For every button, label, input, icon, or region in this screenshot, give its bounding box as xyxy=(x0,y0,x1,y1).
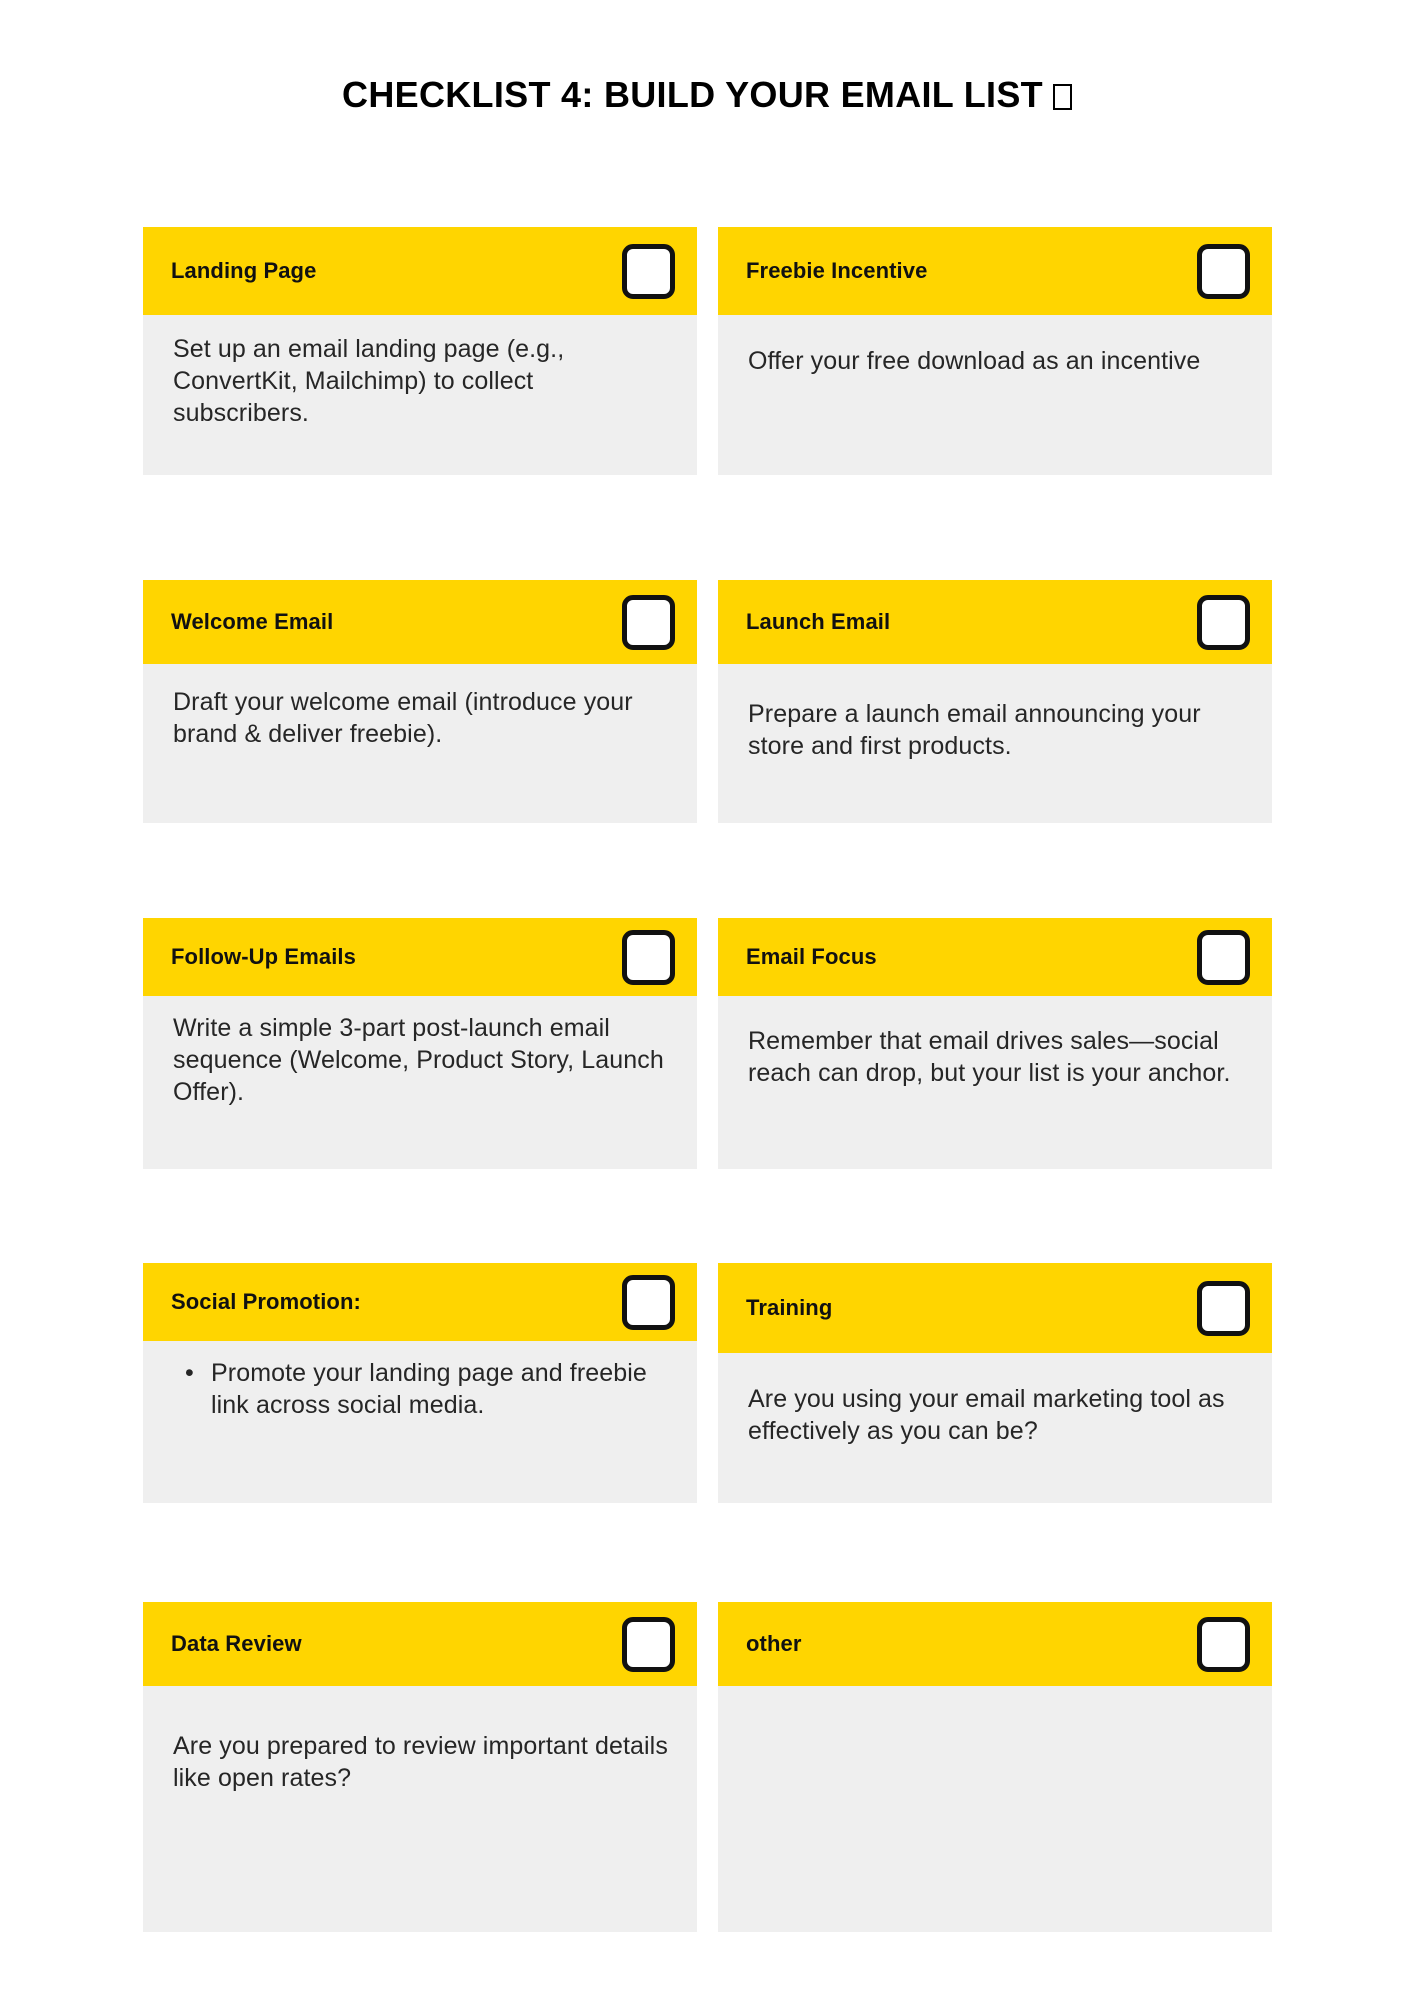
card-title: Training xyxy=(746,1294,833,1320)
checklist-card-launch-email[interactable]: Launch Email Prepare a launch email anno… xyxy=(718,580,1272,823)
checklist-grid: Landing Page Set up an email landing pag… xyxy=(143,227,1272,1932)
card-body: Promote your landing page and freebie li… xyxy=(143,1341,697,1503)
checkbox-launch-email[interactable] xyxy=(1197,594,1250,650)
card-body-text: Are you using your email marketing tool … xyxy=(748,1385,1225,1445)
checkbox-training[interactable] xyxy=(1197,1280,1250,1336)
card-title: other xyxy=(746,1630,802,1656)
card-header: other xyxy=(718,1602,1272,1686)
checkbox-follow-up-emails[interactable] xyxy=(622,929,675,985)
card-body: Prepare a launch email announcing your s… xyxy=(718,664,1272,823)
card-body-text: Prepare a launch email announcing your s… xyxy=(748,700,1201,760)
checklist-card-email-focus[interactable]: Email Focus Remember that email drives s… xyxy=(718,918,1272,1169)
checklist-card-social-promotion[interactable]: Social Promotion: Promote your landing p… xyxy=(143,1263,697,1503)
card-header: Follow-Up Emails xyxy=(143,918,697,996)
checklist-row: Follow-Up Emails Write a simple 3-part p… xyxy=(143,918,1272,1263)
checklist-card-data-review[interactable]: Data Review Are you prepared to review i… xyxy=(143,1602,697,1932)
page-title-text: CHECKLIST 4: BUILD YOUR EMAIL LIST xyxy=(342,74,1043,115)
card-header: Launch Email xyxy=(718,580,1272,664)
checklist-card-training[interactable]: Training Are you using your email market… xyxy=(718,1263,1272,1503)
card-body: Write a simple 3-part post-launch email … xyxy=(143,996,697,1169)
checklist-page: CHECKLIST 4: BUILD YOUR EMAIL LIST Landi… xyxy=(0,0,1414,2000)
card-title: Welcome Email xyxy=(171,608,334,634)
checklist-card-freebie-incentive[interactable]: Freebie Incentive Offer your free downlo… xyxy=(718,227,1272,475)
checkbox-email-focus[interactable] xyxy=(1197,929,1250,985)
card-header: Landing Page xyxy=(143,227,697,315)
checkbox-data-review[interactable] xyxy=(622,1616,675,1672)
card-title: Freebie Incentive xyxy=(746,257,928,283)
card-body-text: Draft your welcome email (introduce your… xyxy=(173,688,633,748)
card-body: Set up an email landing page (e.g., Conv… xyxy=(143,315,697,475)
card-body: Are you prepared to review important det… xyxy=(143,1686,697,1932)
card-header: Welcome Email xyxy=(143,580,697,664)
checklist-card-other[interactable]: other xyxy=(718,1602,1272,1932)
card-body: Remember that email drives sales—social … xyxy=(718,996,1272,1169)
card-body: Draft your welcome email (introduce your… xyxy=(143,664,697,823)
card-title: Follow-Up Emails xyxy=(171,943,356,969)
checklist-row: Data Review Are you prepared to review i… xyxy=(143,1602,1272,1932)
card-header: Email Focus xyxy=(718,918,1272,996)
card-body-text: Remember that email drives sales—social … xyxy=(748,1027,1231,1087)
checklist-card-landing-page[interactable]: Landing Page Set up an email landing pag… xyxy=(143,227,697,475)
checkbox-freebie-incentive[interactable] xyxy=(1197,243,1250,299)
checkbox-social-promotion[interactable] xyxy=(622,1274,675,1330)
checkbox-landing-page[interactable] xyxy=(622,243,675,299)
card-body-text: Offer your free download as an incentive xyxy=(748,347,1201,375)
card-body: Are you using your email marketing tool … xyxy=(718,1353,1272,1503)
card-body-list: Promote your landing page and freebie li… xyxy=(173,1357,679,1421)
card-title: Email Focus xyxy=(746,943,877,969)
checklist-row: Social Promotion: Promote your landing p… xyxy=(143,1263,1272,1602)
card-header: Social Promotion: xyxy=(143,1263,697,1341)
card-title: Social Promotion: xyxy=(171,1288,361,1314)
card-title: Data Review xyxy=(171,1630,302,1656)
card-body-text: Set up an email landing page (e.g., Conv… xyxy=(173,335,565,427)
card-title: Launch Email xyxy=(746,608,891,634)
checklist-row: Landing Page Set up an email landing pag… xyxy=(143,227,1272,580)
card-header: Data Review xyxy=(143,1602,697,1686)
card-body: Offer your free download as an incentive xyxy=(718,315,1272,475)
card-body xyxy=(718,1686,1272,1932)
page-title: CHECKLIST 4: BUILD YOUR EMAIL LIST xyxy=(0,74,1414,115)
checklist-card-welcome-email[interactable]: Welcome Email Draft your welcome email (… xyxy=(143,580,697,823)
card-body-text: Write a simple 3-part post-launch email … xyxy=(173,1014,664,1106)
checklist-card-follow-up-emails[interactable]: Follow-Up Emails Write a simple 3-part p… xyxy=(143,918,697,1169)
card-title: Landing Page xyxy=(171,257,317,283)
checkbox-other[interactable] xyxy=(1197,1616,1250,1672)
card-header: Training xyxy=(718,1263,1272,1353)
checklist-row: Welcome Email Draft your welcome email (… xyxy=(143,580,1272,918)
checkbox-welcome-email[interactable] xyxy=(622,594,675,650)
list-item: Promote your landing page and freebie li… xyxy=(185,1357,679,1421)
card-header: Freebie Incentive xyxy=(718,227,1272,315)
card-body-text: Are you prepared to review important det… xyxy=(173,1732,668,1792)
missing-glyph-icon xyxy=(1052,84,1072,110)
